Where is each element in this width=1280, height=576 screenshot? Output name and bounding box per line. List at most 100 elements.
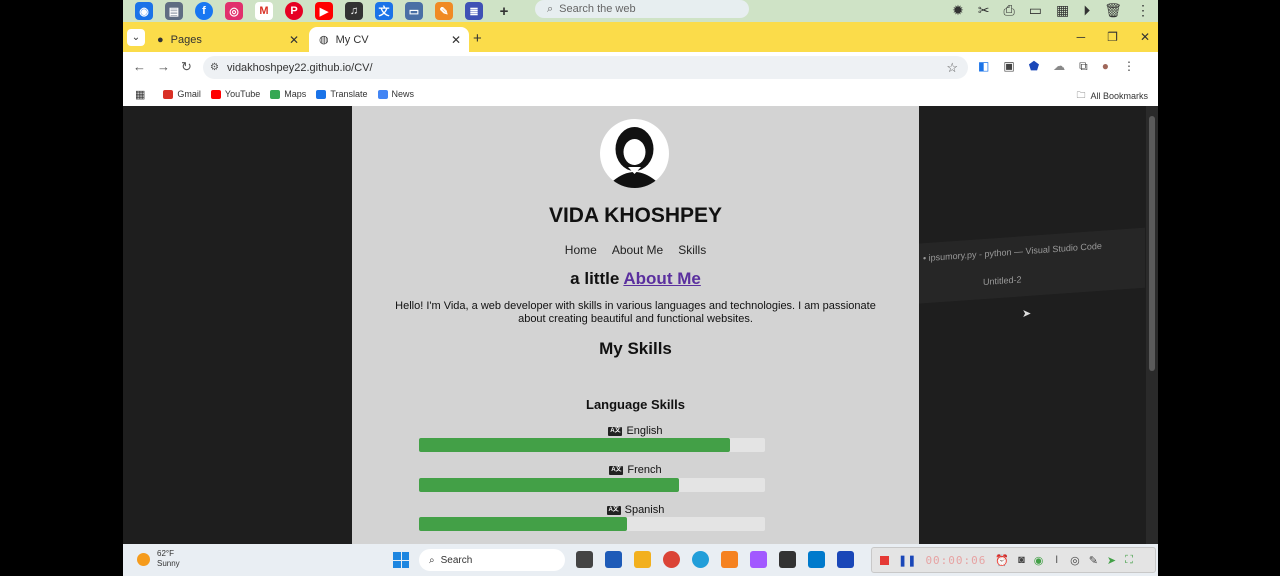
search-icon: ⌕ <box>429 554 435 566</box>
speaker-icon[interactable]: ◉ <box>1034 554 1044 567</box>
tab-pages[interactable]: ● Pages ✕ <box>147 27 307 52</box>
tab-my-cv[interactable]: ◍ My CV ✕ <box>309 27 469 52</box>
trash-icon[interactable]: 🗑 <box>1104 2 1122 19</box>
bookmark-maps[interactable]: Maps <box>270 89 306 99</box>
alarm-icon[interactable]: ⏰ <box>995 554 1009 567</box>
translate-ext-icon[interactable]: ◧ <box>978 59 989 74</box>
vscode-icon[interactable] <box>808 551 825 568</box>
bug-icon[interactable]: ✹ <box>952 2 964 19</box>
skill-spanish-fill <box>419 517 627 531</box>
pointer-icon[interactable]: ➤ <box>1107 554 1116 567</box>
shield-icon[interactable]: ⬟ <box>1029 59 1039 74</box>
nav-home[interactable]: Home <box>565 243 597 257</box>
vscode-title: • ipsumory.py - python — Visual Studio C… <box>923 240 1102 264</box>
tab-strip: ⌄ ● Pages ✕ ◍ My CV ✕ + ─ ❐ ✕ <box>123 22 1158 52</box>
pinterest-icon[interactable]: P <box>285 2 303 20</box>
minimize-icon[interactable]: ─ <box>1077 30 1086 44</box>
scissors-icon[interactable]: ✂ <box>978 2 990 19</box>
file-explorer-icon[interactable] <box>634 551 651 568</box>
tv-icon[interactable]: ▭ <box>405 2 423 20</box>
taskbar: 62°F Sunny ⌕ Search ❚❚ 00:00:06 ⏰ ◙ ◉ ⏽ … <box>123 544 1158 576</box>
recorder-timer: 00:00:06 <box>925 553 987 567</box>
close-icon[interactable]: ✕ <box>451 33 461 47</box>
camera-icon[interactable]: ▭ <box>1029 2 1042 19</box>
bookmarks-bar: ▦ Gmail YouTube Maps Translate News 🗀 Al… <box>123 82 1158 106</box>
fullscreen-icon[interactable]: ⛶ <box>1125 554 1133 567</box>
bookmark-news[interactable]: News <box>377 89 414 99</box>
web-search-box[interactable]: ⌕ Search the web <box>535 0 749 18</box>
new-tab-icon[interactable]: + <box>473 30 482 47</box>
pen-icon[interactable]: ✎ <box>1089 554 1098 567</box>
telegram-icon[interactable] <box>692 551 709 568</box>
instagram-icon[interactable]: ◎ <box>225 2 243 20</box>
skill-french-fill <box>419 478 679 492</box>
chrome-icon[interactable] <box>663 551 680 568</box>
page-scrollbar[interactable] <box>1146 106 1158 544</box>
maps-icon <box>270 89 281 99</box>
task-view-icon[interactable] <box>576 551 593 568</box>
copilot-icon[interactable] <box>750 551 767 568</box>
bookmark-translate[interactable]: Translate <box>316 89 368 99</box>
taskbar-search[interactable]: ⌕ Search <box>419 549 565 571</box>
close-window-icon[interactable]: ✕ <box>1140 30 1150 44</box>
bookmark-youtube[interactable]: YouTube <box>210 89 260 99</box>
reload-icon[interactable]: ↻ <box>181 59 192 75</box>
taskbar-apps <box>576 551 854 568</box>
mic-icon[interactable]: ⏽ <box>1052 554 1061 567</box>
puzzle-icon[interactable]: ⧉ <box>1079 59 1088 74</box>
apps-grid-icon[interactable]: ▦ <box>135 88 145 101</box>
music-icon[interactable]: ♫ <box>345 2 363 20</box>
carrot-icon[interactable]: ✎ <box>435 2 453 20</box>
github-icon: ● <box>157 33 164 46</box>
close-icon[interactable]: ✕ <box>289 33 299 47</box>
more-icon[interactable]: ⋮ <box>1136 2 1150 19</box>
forward-icon[interactable]: → <box>157 59 170 74</box>
webcam-icon[interactable]: ◎ <box>1070 554 1080 567</box>
skill-name: Spanish <box>624 504 665 516</box>
security-icon[interactable] <box>837 551 854 568</box>
scrollbar-thumb[interactable] <box>1149 116 1155 371</box>
profile-avatar <box>600 119 669 188</box>
back-icon[interactable]: ← <box>133 59 146 74</box>
language-skills-heading: Language Skills <box>586 397 685 412</box>
nav-skills[interactable]: Skills <box>678 243 706 257</box>
taskbar-search-label: Search <box>440 554 473 566</box>
bookmark-star-icon[interactable]: ☆ <box>946 60 958 76</box>
calculator-icon[interactable]: ▦ <box>1056 2 1069 19</box>
bookmark-label: Gmail <box>177 89 201 99</box>
about-me-link[interactable]: About Me <box>623 269 700 288</box>
translate-icon[interactable]: 文 <box>375 2 393 20</box>
files-icon[interactable]: ▤ <box>165 2 183 20</box>
ext-icon[interactable]: ▣ <box>1003 59 1014 74</box>
gmail-icon <box>163 89 174 99</box>
youtube-icon[interactable]: ▶ <box>315 2 333 20</box>
stop-record-icon[interactable] <box>880 555 889 565</box>
gmail-icon[interactable]: M <box>255 2 273 20</box>
all-bookmarks[interactable]: 🗀 All Bookmarks <box>1076 88 1148 104</box>
camera-icon[interactable]: ◙ <box>1018 554 1025 566</box>
facebook-icon[interactable]: f <box>195 2 213 20</box>
window-controls: ─ ❐ ✕ <box>1077 30 1150 44</box>
menu-icon[interactable]: ⋮ <box>1123 59 1135 74</box>
nav-about-me[interactable]: About Me <box>612 243 663 257</box>
chrome-alt-icon[interactable]: ◉ <box>135 2 153 20</box>
cloud-icon[interactable]: ☁ <box>1053 59 1065 74</box>
add-app-icon[interactable]: + <box>495 2 513 20</box>
app-icon[interactable] <box>721 551 738 568</box>
play-icon[interactable]: ⏵ <box>1083 2 1090 19</box>
pause-icon[interactable]: ❚❚ <box>898 554 916 567</box>
bookmark-gmail[interactable]: Gmail <box>163 89 201 99</box>
tab-search-icon[interactable]: ⌄ <box>127 29 145 46</box>
doc-icon[interactable]: ≣ <box>465 2 483 20</box>
site-info-icon[interactable]: ⚙ <box>210 62 219 73</box>
weather-widget[interactable]: 62°F Sunny <box>137 549 180 569</box>
github-desktop-icon[interactable] <box>779 551 796 568</box>
avatar[interactable]: ● <box>1102 59 1109 74</box>
youtube-icon <box>210 89 221 99</box>
restore-icon[interactable]: ❐ <box>1107 30 1118 44</box>
store-icon[interactable] <box>605 551 622 568</box>
search-icon: ⌕ <box>547 2 554 15</box>
printer-icon[interactable]: ⎙ <box>1004 2 1015 19</box>
address-bar[interactable]: ⚙ vidakhoshpey22.github.io/CV/ ☆ <box>203 56 968 79</box>
windows-start-icon[interactable] <box>393 552 409 568</box>
